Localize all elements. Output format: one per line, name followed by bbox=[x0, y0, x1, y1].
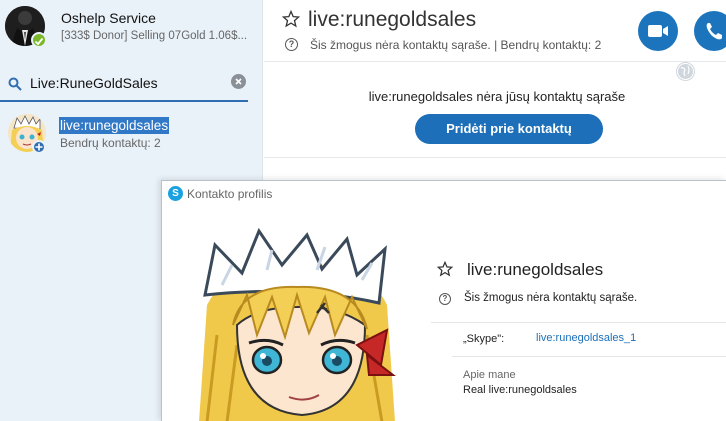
header-divider bbox=[264, 61, 726, 62]
search-icon bbox=[8, 77, 22, 91]
search-input[interactable]: Live:RuneGoldSales bbox=[30, 75, 158, 91]
profile-notice: Šis žmogus nėra kontaktų sąraše. bbox=[464, 292, 638, 304]
video-call-button[interactable] bbox=[638, 11, 678, 51]
star-icon[interactable] bbox=[437, 261, 453, 277]
about-me-label: Apie mane bbox=[463, 369, 516, 381]
add-contact-badge-icon bbox=[32, 140, 46, 154]
audio-call-button[interactable] bbox=[694, 11, 726, 51]
chat-title: live:runegoldsales bbox=[308, 8, 477, 31]
online-status-icon bbox=[31, 32, 47, 48]
close-circle-icon[interactable] bbox=[231, 74, 246, 89]
my-display-name: Oshelp Service bbox=[61, 10, 156, 26]
info-icon: ? bbox=[285, 38, 298, 51]
profile-divider bbox=[431, 322, 726, 323]
phone-icon bbox=[706, 23, 722, 40]
window-titlebar[interactable]: S Kontakto profilis bbox=[162, 181, 726, 207]
profile-divider-2 bbox=[452, 356, 726, 357]
skype-id-label: „Skype": bbox=[463, 333, 505, 345]
profile-body: live:runegoldsales ? Šis žmogus nėra kon… bbox=[162, 207, 726, 421]
profile-name: live:runegoldsales bbox=[467, 260, 604, 279]
info-icon: ? bbox=[439, 293, 451, 305]
window-title: Kontakto profilis bbox=[187, 187, 273, 201]
mutual-contacts-count: Bendrų kontaktų: 2 bbox=[60, 136, 161, 150]
add-to-contacts-button[interactable]: Pridėti prie kontaktų bbox=[415, 114, 603, 144]
skype-id-value[interactable]: live:runegoldsales_1 bbox=[536, 332, 636, 344]
notice-divider bbox=[264, 157, 726, 158]
globe-icon bbox=[676, 62, 695, 81]
search-box[interactable]: Live:RuneGoldSales bbox=[0, 68, 248, 102]
video-camera-icon bbox=[648, 25, 668, 37]
contact-name-highlighted: live:runegoldsales bbox=[59, 117, 170, 134]
my-profile[interactable]: Oshelp Service [333$ Donor] Selling 07Go… bbox=[0, 0, 263, 60]
about-me-value: Real live:runegoldsales bbox=[463, 384, 577, 396]
skype-logo-icon: S bbox=[168, 186, 183, 201]
contact-profile-window: S Kontakto profilis live:runegoldsales ?… bbox=[161, 180, 726, 421]
not-in-contacts-notice: live:runegoldsales nėra jūsų kontaktų są… bbox=[368, 89, 626, 104]
search-result-item[interactable]: live:runegoldsales Bendrų kontaktų: 2 bbox=[0, 110, 262, 158]
chat-subtitle: Šis žmogus nėra kontaktų sąraše. | Bendr… bbox=[310, 38, 602, 52]
star-icon[interactable] bbox=[282, 10, 300, 28]
profile-picture bbox=[197, 225, 397, 421]
my-mood-message: [333$ Donor] Selling 07Gold 1.06$... bbox=[61, 30, 248, 42]
